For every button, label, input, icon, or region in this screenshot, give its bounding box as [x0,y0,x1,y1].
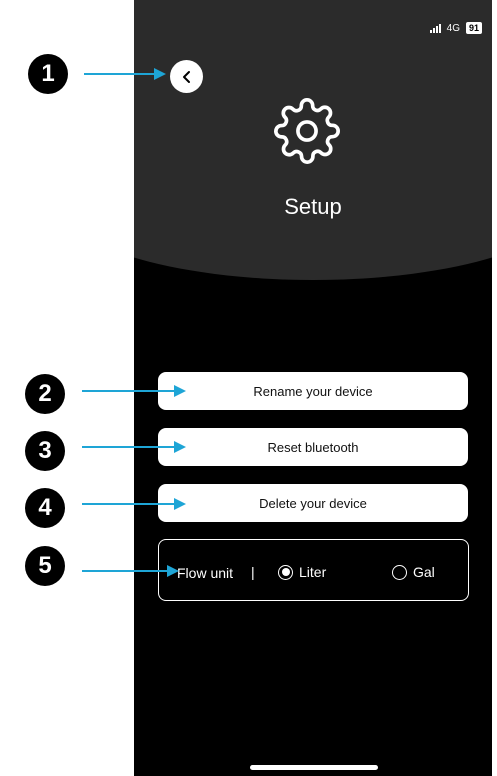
callout-1: 1 [28,54,68,94]
phone-screen: 4G 91 Setup Rename your device Reset blu… [134,0,492,776]
gear-icon [274,98,340,164]
callout-3: 3 [25,431,65,471]
status-bar: 4G 91 [429,22,482,34]
callout-arrow-4 [82,498,186,510]
home-indicator [250,765,378,770]
radio-unselected-icon [392,564,407,580]
callout-4: 4 [25,488,65,528]
callout-arrow-3 [82,441,186,453]
reset-bluetooth-label: Reset bluetooth [267,439,359,455]
signal-icon [429,23,441,33]
gal-radio[interactable]: Gal [392,564,435,580]
callout-5: 5 [25,546,65,586]
page-title: Setup [284,194,342,219]
network-type: 4G [446,22,460,34]
gal-label: Gal [413,564,435,580]
rename-device-label: Rename your device [253,383,373,399]
delete-device-button[interactable]: Delete your device [158,484,468,522]
rename-device-button[interactable]: Rename your device [158,372,468,410]
annotated-screenshot: 4G 91 Setup Rename your device Reset blu… [0,0,497,776]
callout-arrow-1 [84,68,166,80]
liter-label: Liter [299,564,327,580]
delete-device-label: Delete your device [259,495,367,511]
flow-unit-label: Flow unit [177,565,234,581]
chevron-left-icon [182,70,190,83]
battery-indicator: 91 [465,22,482,34]
reset-bluetooth-button[interactable]: Reset bluetooth [158,428,468,466]
liter-radio[interactable]: Liter [278,564,326,580]
radio-selected-icon [278,564,293,580]
flow-unit-separator: | [251,564,255,580]
back-button[interactable] [170,60,203,93]
flow-unit-selector: Flow unit | Liter Gal [158,539,469,601]
callout-arrow-5 [82,565,179,577]
callout-2: 2 [25,374,65,414]
callout-arrow-2 [82,385,186,397]
